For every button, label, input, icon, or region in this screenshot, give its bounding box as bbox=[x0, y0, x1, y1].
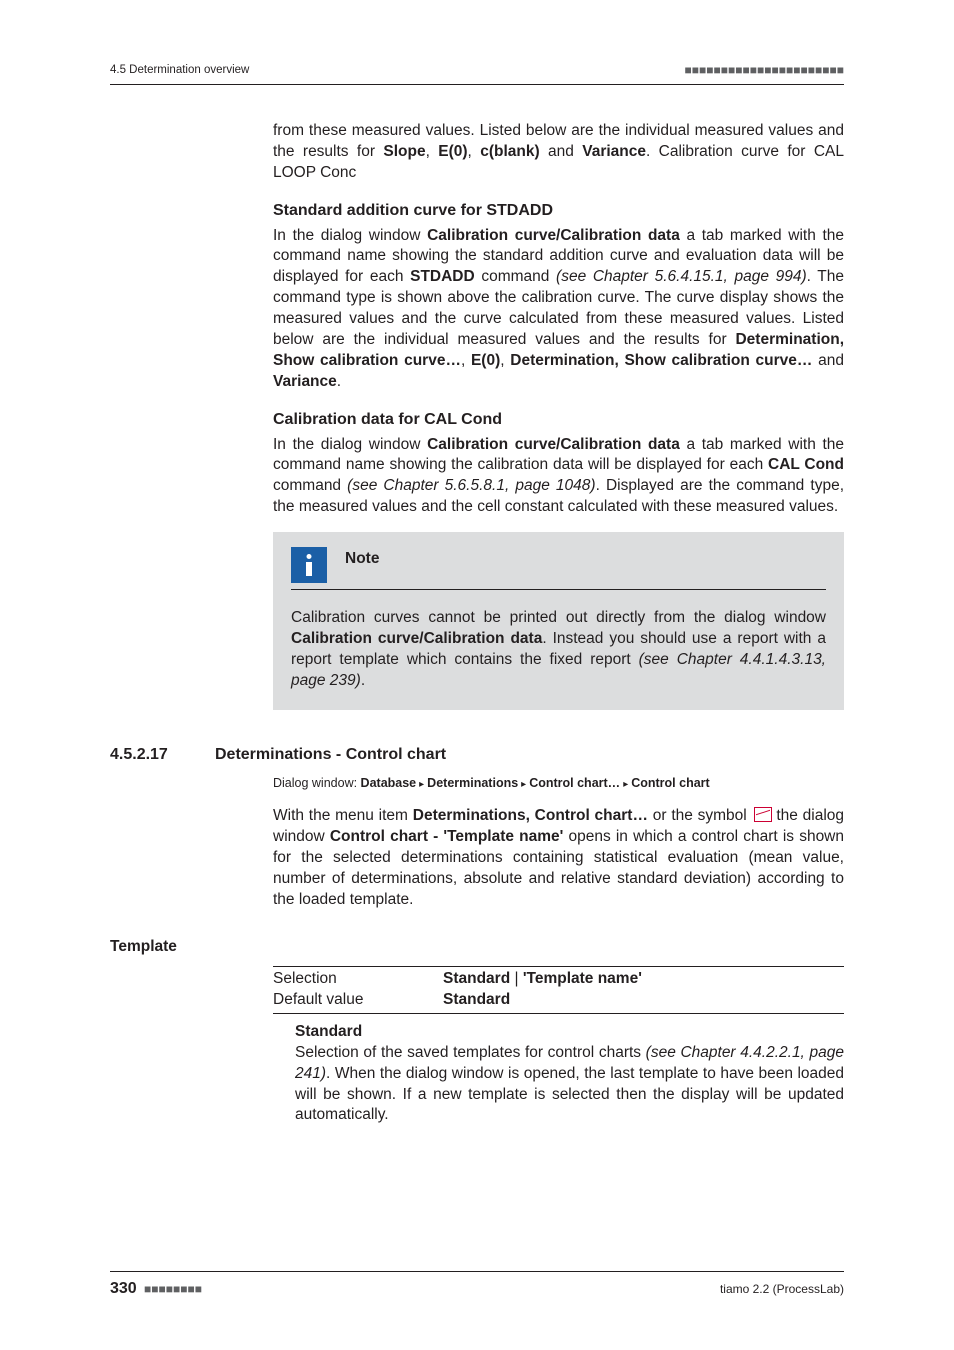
page-header: 4.5 Determination overview ■■■■■■■■■■■■■… bbox=[110, 62, 844, 85]
sub-title-standard: Standard bbox=[295, 1022, 844, 1043]
template-label: Template bbox=[110, 937, 844, 958]
footer-dots: ■■■■■■■■ bbox=[144, 1282, 202, 1296]
section-title: Determinations - Control chart bbox=[215, 744, 446, 766]
heading-stdadd: Standard addition curve for STDADD bbox=[273, 200, 844, 222]
sub-body-standard: Selection of the saved templates for con… bbox=[295, 1043, 844, 1127]
intro-paragraph: from these measured values. Listed below… bbox=[273, 121, 844, 184]
section-number: 4.5.2.17 bbox=[110, 744, 190, 766]
note-body: Calibration curves cannot be printed out… bbox=[291, 608, 826, 692]
calcond-paragraph: In the dialog window Calibration curve/C… bbox=[273, 435, 844, 519]
section-heading: 4.5.2.17 Determinations - Control chart bbox=[110, 744, 844, 766]
page-number: 330 bbox=[110, 1280, 137, 1297]
info-icon bbox=[291, 547, 327, 583]
footer-product: tiamo 2.2 (ProcessLab) bbox=[720, 1281, 844, 1297]
note-label: Note bbox=[345, 549, 379, 570]
table-row: Selection Standard | 'Template name' bbox=[273, 969, 844, 990]
control-chart-paragraph: With the menu item Determinations, Contr… bbox=[273, 806, 844, 911]
table-row: Default value Standard bbox=[273, 990, 844, 1011]
param-table: Selection Standard | 'Template name' Def… bbox=[273, 966, 844, 1014]
control-chart-icon bbox=[754, 807, 772, 822]
header-dots: ■■■■■■■■■■■■■■■■■■■■■■ bbox=[685, 62, 844, 78]
stdadd-paragraph: In the dialog window Calibration curve/C… bbox=[273, 226, 844, 393]
header-section: 4.5 Determination overview bbox=[110, 63, 249, 79]
page-footer: 330 ■■■■■■■■ tiamo 2.2 (ProcessLab) bbox=[110, 1271, 844, 1300]
dialog-path: Dialog window: Database▸Determinations▸C… bbox=[273, 775, 844, 792]
standard-sub-block: Standard Selection of the saved template… bbox=[295, 1022, 844, 1127]
param-key-selection: Selection bbox=[273, 969, 443, 990]
note-box: Note Calibration curves cannot be printe… bbox=[273, 532, 844, 710]
param-val-default: Standard bbox=[443, 990, 510, 1011]
param-key-default: Default value bbox=[273, 990, 443, 1011]
param-val-selection: Standard | 'Template name' bbox=[443, 969, 642, 990]
heading-calcond: Calibration data for CAL Cond bbox=[273, 409, 844, 431]
